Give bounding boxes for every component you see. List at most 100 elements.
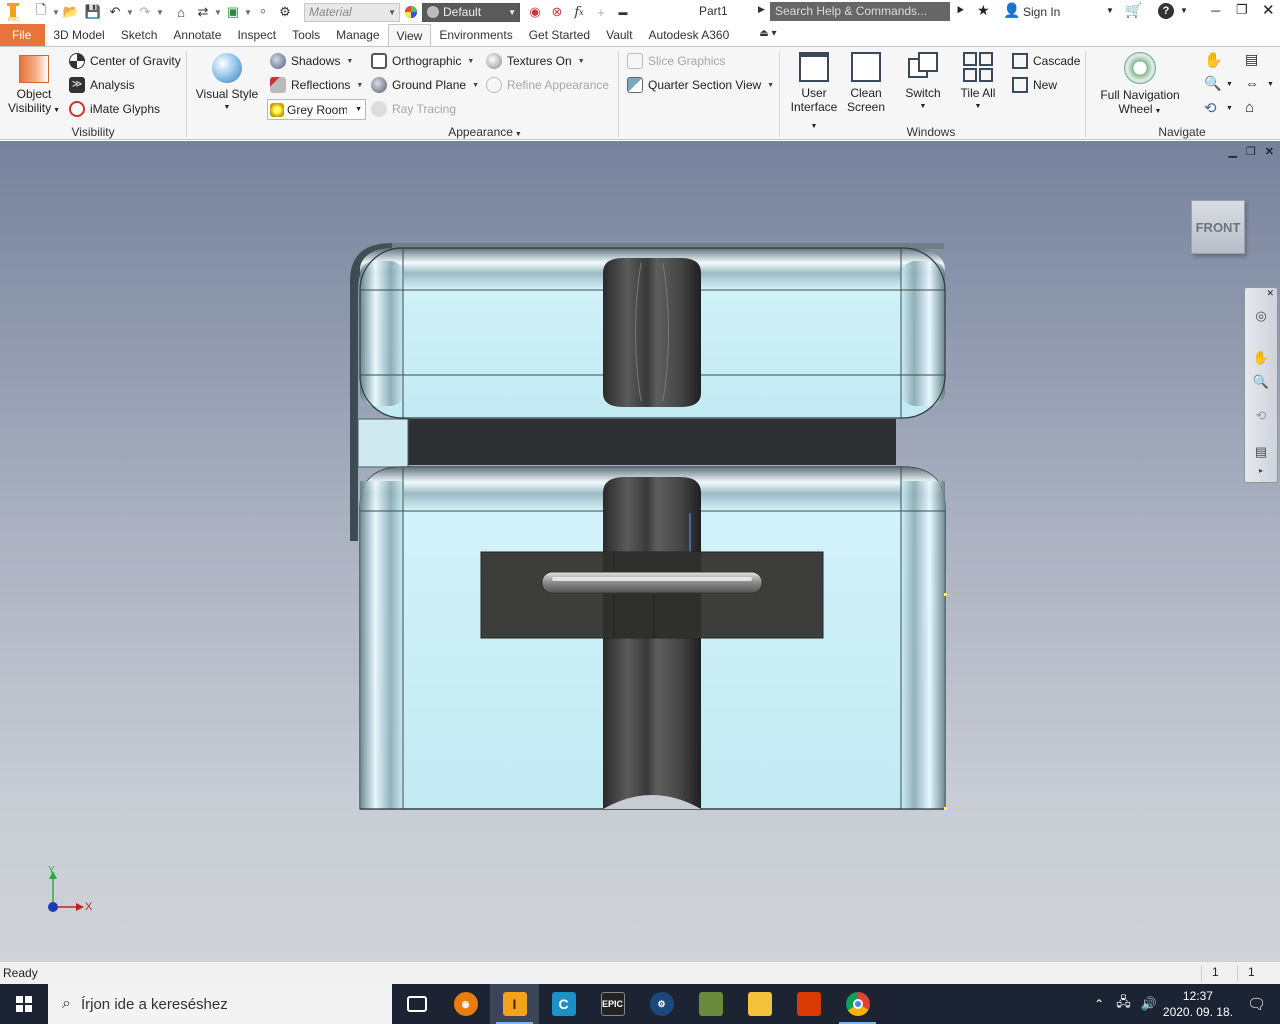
volume-icon[interactable]: 🔊 [1141, 996, 1157, 1012]
object-visibility-button[interactable]: Object Visibility ▼ [8, 55, 60, 118]
ground-plane-button[interactable]: Ground Plane ▼ [371, 75, 479, 95]
shadows-button[interactable]: Shadows ▼ [270, 51, 353, 71]
ray-tracing-button[interactable]: Ray Tracing [371, 99, 456, 119]
isolate-icon[interactable]: ⚬ [252, 2, 274, 22]
open-folder-icon[interactable]: 📂 [60, 2, 82, 22]
lighting-style-dropdown[interactable]: Grey Room ▼ [267, 99, 366, 120]
close-window-icon[interactable]: ✕ [1262, 1, 1275, 19]
redo-dropdown-icon[interactable]: ▼ [156, 2, 164, 22]
analysis-button[interactable]: ≫ Analysis [69, 75, 135, 95]
minimize-window-icon[interactable]: ─ [1211, 3, 1220, 18]
save-icon[interactable]: 💾 [82, 2, 104, 22]
task-view-icon[interactable] [392, 984, 441, 1024]
visual-style-button[interactable]: Visual Style ▼ [195, 53, 259, 115]
steam-app-icon[interactable]: ⚙ [637, 984, 686, 1024]
help-dropdown-icon[interactable]: ▼ [1180, 6, 1188, 15]
home-view-icon[interactable]: ⌂ [1245, 99, 1254, 116]
tab-inspect[interactable]: Inspect [229, 24, 284, 46]
orbit-dropdown-icon[interactable]: ▼ [1226, 105, 1233, 112]
inventor-app-icon[interactable]: I [490, 984, 539, 1024]
select-dropdown-icon[interactable]: ▼ [244, 2, 252, 22]
viewcube[interactable]: FRONT [1191, 200, 1245, 254]
undo-dropdown-icon[interactable]: ▼ [126, 2, 134, 22]
orthographic-button[interactable]: Orthographic ▼ [371, 51, 474, 71]
switch-button[interactable]: Switch ▼ [900, 52, 946, 114]
tab-3d-model[interactable]: 3D Model [45, 24, 112, 46]
tray-chevron-icon[interactable]: ⌃ [1094, 997, 1104, 1011]
tab-manage[interactable]: Manage [328, 24, 387, 46]
sign-in-link[interactable]: Sign In [1023, 5, 1060, 19]
orbit-icon[interactable]: ⟲ [1204, 99, 1217, 117]
tab-vault[interactable]: Vault [598, 24, 640, 46]
customize-qat-icon[interactable]: ▬ [612, 2, 634, 22]
zoom-icon[interactable]: 🔍 [1204, 75, 1221, 92]
quarter-section-view-button[interactable]: Quarter Section View ▼ [627, 75, 774, 95]
color-wheel-icon[interactable] [400, 2, 422, 22]
tab-get-started[interactable]: Get Started [521, 24, 598, 46]
epic-games-app-icon[interactable]: EPIC [588, 984, 637, 1024]
new-file-icon[interactable]: 🗋 [30, 2, 52, 22]
imate-glyphs-button[interactable]: iMate Glyphs [69, 99, 160, 119]
redo-icon[interactable]: ↷ [134, 2, 156, 22]
undo-icon[interactable]: ↶ [104, 2, 126, 22]
select-icon[interactable]: ▣ [222, 2, 244, 22]
settings-wheel-icon[interactable]: ⚙ [274, 2, 296, 22]
reflections-button[interactable]: Reflections ▼ [270, 75, 363, 95]
tile-all-button[interactable]: Tile All ▼ [956, 52, 1000, 114]
textures-on-button[interactable]: Textures On ▼ [486, 51, 585, 71]
update-dropdown-icon[interactable]: ▼ [214, 2, 222, 22]
update-icon[interactable]: ⇄ [192, 2, 214, 22]
cura-app-icon[interactable]: C [539, 984, 588, 1024]
graphics-viewport[interactable]: ▁ ❐ ✕ FRONT ✕ ◎ ✋ 🔍 ⟲ ▤ ▸ Y X [0, 141, 1280, 961]
new-dropdown-icon[interactable]: ▼ [52, 2, 60, 22]
measure-icon[interactable]: + [590, 2, 612, 22]
adjust-appearance-icon[interactable]: ◉ [524, 2, 546, 22]
navbar-customize-icon[interactable]: ▸ [1251, 466, 1271, 486]
favorites-star-icon[interactable]: ★ [977, 2, 990, 19]
tab-sketch[interactable]: Sketch [113, 24, 166, 46]
restore-window-icon[interactable]: ❐ [1236, 2, 1248, 18]
file-explorer-app-icon[interactable] [735, 984, 784, 1024]
help-icon[interactable]: ? [1158, 3, 1174, 19]
taskbar-clock[interactable]: 12:37 2020. 09. 18. [1163, 988, 1233, 1020]
look-at-icon[interactable]: ▤ [1245, 51, 1258, 68]
slice-graphics-button[interactable]: Slice Graphics [627, 51, 725, 71]
notifications-icon[interactable]: 🗨 [1247, 995, 1266, 1013]
taskbar-search-input[interactable]: ⌕ Írjon ide a kereséshez [48, 984, 392, 1024]
navbar-zoom-icon[interactable]: 🔍 [1251, 374, 1271, 394]
inventor-logo-icon[interactable]: PRO [0, 2, 26, 22]
expand-arrow-icon[interactable]: ▶ [758, 4, 765, 15]
steering-wheel-icon[interactable]: ◎ [1251, 308, 1271, 328]
clear-appearance-icon[interactable]: ⊗ [546, 2, 568, 22]
pan-icon[interactable]: ✋ [1204, 51, 1223, 69]
zoom-all-icon[interactable]: ⇔ [1245, 75, 1259, 91]
help-search-input[interactable]: Search Help & Commands... [770, 2, 950, 21]
ribbon-options-icon[interactable]: ⏏ ▾ [737, 24, 784, 46]
zoom-dropdown-icon[interactable]: ▼ [1226, 81, 1233, 88]
tab-tools[interactable]: Tools [284, 24, 328, 46]
tab-annotate[interactable]: Annotate [165, 24, 229, 46]
full-navigation-wheel-button[interactable]: Full Navigation Wheel ▼ [1094, 52, 1186, 119]
start-button[interactable] [0, 984, 48, 1024]
tab-environments[interactable]: Environments [431, 24, 520, 46]
sign-in-dropdown-icon[interactable]: ▼ [1106, 6, 1114, 15]
fx-parameters-icon[interactable]: fx [568, 2, 590, 22]
navbar-look-at-icon[interactable]: ▤ [1251, 444, 1271, 464]
search-go-icon[interactable]: ⯈ [955, 3, 965, 19]
blender-app-icon[interactable]: ◉ [441, 984, 490, 1024]
zoom-all-dropdown-icon[interactable]: ▼ [1267, 81, 1274, 88]
user-interface-button[interactable]: User Interface ▼ [788, 52, 840, 134]
tab-view[interactable]: View [387, 24, 432, 46]
tab-autodesk-a360[interactable]: Autodesk A360 [641, 24, 738, 46]
tab-file[interactable]: File [0, 24, 46, 46]
navbar-pan-icon[interactable]: ✋ [1251, 350, 1271, 370]
center-of-gravity-button[interactable]: Center of Gravity [69, 51, 181, 71]
minecraft-app-icon[interactable] [686, 984, 735, 1024]
cart-icon[interactable]: 🛒 [1125, 2, 1142, 19]
network-icon[interactable]: 🖧 [1116, 993, 1131, 1015]
office-app-icon[interactable] [784, 984, 833, 1024]
cascade-button[interactable]: Cascade [1012, 51, 1080, 71]
material-dropdown[interactable]: Material ▼ [304, 2, 400, 22]
new-window-button[interactable]: New [1012, 75, 1057, 95]
appearance-dropdown[interactable]: Default ▼ [422, 2, 520, 22]
